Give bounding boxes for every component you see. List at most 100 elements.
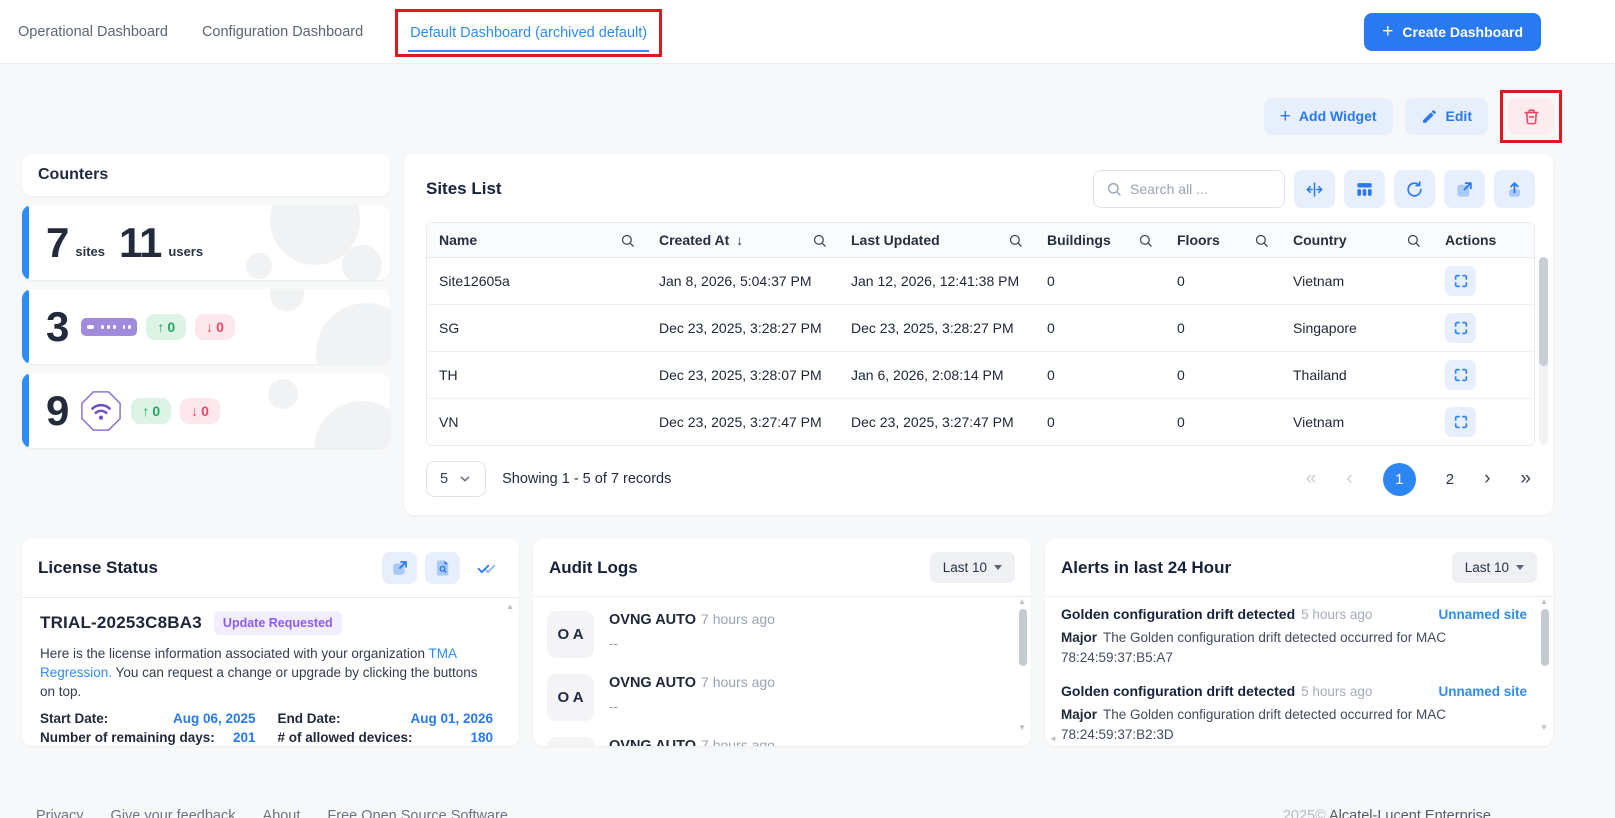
start-date-value: Aug 06, 2025 [173, 711, 256, 726]
caret-down-icon [994, 565, 1002, 570]
alert-severity: Major [1061, 630, 1097, 645]
alerts-filter-dropdown[interactable]: Last 10 [1452, 552, 1537, 583]
table-row[interactable]: VN Dec 23, 2025, 3:27:47 PM Dec 23, 2025… [427, 399, 1534, 446]
audit-time: 7 hours ago [701, 674, 775, 690]
scroll-down-icon[interactable]: ▼ [506, 744, 514, 746]
search-icon[interactable] [812, 233, 827, 248]
feedback-link[interactable]: Give your feedback [111, 808, 236, 818]
page-1-button[interactable]: 1 [1383, 463, 1416, 496]
alert-item: Golden configuration drift detected 5 ho… [1061, 683, 1527, 746]
first-page-button[interactable]: « [1306, 468, 1317, 490]
arrow-up-icon: ↑ [157, 319, 164, 335]
dashboard-actions: + Add Widget Edit [22, 94, 1553, 138]
refresh-button[interactable] [1394, 170, 1435, 208]
plus-icon: + [1280, 107, 1291, 126]
audit-user: OVNG AUTO [609, 675, 696, 691]
column-header-name[interactable]: Name [427, 223, 647, 258]
table-scrollbar[interactable] [1539, 257, 1548, 445]
open-source-link[interactable]: Free Open Source Software [327, 808, 508, 818]
sites-search-input[interactable] [1130, 181, 1272, 197]
search-icon[interactable] [620, 233, 635, 248]
end-date-label: End Date: [278, 711, 341, 726]
top-tab-bar: Operational Dashboard Configuration Dash… [0, 0, 1615, 64]
cell-last-updated: Dec 23, 2025, 3:27:47 PM [839, 399, 1035, 446]
search-icon[interactable] [1406, 233, 1421, 248]
alerts-scrollbar[interactable]: ▲ ▼ [1541, 597, 1549, 732]
license-description: Here is the license information associat… [40, 644, 493, 701]
end-date-value: Aug 01, 2026 [410, 711, 493, 726]
sites-count-label: sites [75, 244, 105, 259]
fullscreen-icon [1453, 414, 1469, 430]
expand-site-button[interactable] [1445, 313, 1476, 343]
license-verify-button[interactable] [468, 552, 503, 584]
tab-default-dashboard[interactable]: Default Dashboard (archived default) [408, 14, 649, 52]
accent-bar [22, 373, 29, 448]
tab-operational-dashboard[interactable]: Operational Dashboard [16, 0, 170, 63]
license-audit-button[interactable] [425, 552, 460, 584]
sites-count: 7 [46, 219, 68, 267]
audit-log-item: O A OVNG AUTO7 hours ago -- [547, 666, 1017, 729]
page-footer: Privacy Give your feedback About Free Op… [22, 808, 1553, 818]
accent-bar [22, 289, 29, 364]
scroll-up-icon[interactable]: ▲ [506, 602, 514, 611]
audit-time: 7 hours ago [701, 737, 775, 746]
scroll-down-icon[interactable]: ▼ [1018, 723, 1026, 732]
add-widget-button[interactable]: + Add Widget [1264, 98, 1393, 135]
cell-floors: 0 [1165, 305, 1281, 352]
cell-name: Site12605a [427, 258, 647, 305]
page-size-select[interactable]: 5 [426, 461, 486, 497]
expand-site-button[interactable] [1445, 360, 1476, 390]
allowed-devices-value: 180 [470, 730, 493, 745]
about-link[interactable]: About [262, 808, 300, 818]
expand-site-button[interactable] [1445, 266, 1476, 296]
column-header-buildings[interactable]: Buildings [1035, 223, 1165, 258]
open-widget-button[interactable] [1444, 170, 1485, 208]
scroll-left-icon[interactable]: ◄ [1049, 734, 1057, 743]
scroll-up-icon[interactable]: ▲ [1540, 597, 1548, 606]
cell-created-at: Jan 8, 2026, 5:04:37 PM [647, 258, 839, 305]
page-2-button[interactable]: 2 [1446, 471, 1454, 488]
alert-site-link[interactable]: Unnamed site [1438, 607, 1527, 622]
create-dashboard-button[interactable]: + Create Dashboard [1364, 13, 1541, 51]
audit-scrollbar[interactable]: ▲ ▼ [1019, 597, 1027, 732]
delete-dashboard-button[interactable] [1508, 98, 1554, 135]
prev-page-button[interactable]: ‹ [1346, 468, 1352, 490]
search-icon[interactable] [1254, 233, 1269, 248]
main-content: + Add Widget Edit Counters [0, 94, 1615, 818]
table-row[interactable]: TH Dec 23, 2025, 3:28:07 PM Jan 6, 2026,… [427, 352, 1534, 399]
search-icon[interactable] [1138, 233, 1153, 248]
scroll-up-icon[interactable]: ▲ [1018, 597, 1026, 606]
sites-list-title: Sites List [426, 179, 502, 199]
license-open-button[interactable] [382, 552, 417, 584]
sort-desc-icon[interactable]: ↓ [736, 232, 743, 248]
cell-country: Thailand [1281, 352, 1433, 399]
copyright: 2025© Alcatel-Lucent Enterprise [1283, 808, 1491, 818]
audit-filter-dropdown[interactable]: Last 10 [930, 552, 1015, 583]
scroll-down-icon[interactable]: ▼ [1540, 723, 1548, 732]
column-header-country[interactable]: Country [1281, 223, 1433, 258]
plus-icon: + [1382, 22, 1393, 41]
table-row[interactable]: Site12605a Jan 8, 2026, 5:04:37 PM Jan 1… [427, 258, 1534, 305]
export-button[interactable] [1494, 170, 1535, 208]
alerts-title: Alerts in last 24 Hour [1061, 558, 1231, 578]
table-row[interactable]: SG Dec 23, 2025, 3:28:27 PM Dec 23, 2025… [427, 305, 1534, 352]
column-header-actions: Actions [1433, 223, 1534, 258]
alert-site-link[interactable]: Unnamed site [1438, 684, 1527, 699]
fit-columns-button[interactable] [1294, 170, 1335, 208]
trash-icon [1522, 107, 1541, 126]
counter-switches: 3 ↑0 ↓0 [22, 289, 390, 364]
columns-button[interactable] [1344, 170, 1385, 208]
search-icon[interactable] [1008, 233, 1023, 248]
expand-site-button[interactable] [1445, 407, 1476, 437]
last-page-button[interactable]: » [1520, 468, 1531, 490]
accent-bar [22, 205, 29, 280]
tab-configuration-dashboard[interactable]: Configuration Dashboard [200, 0, 365, 63]
next-page-button[interactable]: › [1484, 468, 1490, 490]
cell-buildings: 0 [1035, 305, 1165, 352]
edit-button[interactable]: Edit [1405, 98, 1488, 135]
privacy-link[interactable]: Privacy [36, 808, 84, 818]
column-header-last-updated[interactable]: Last Updated [839, 223, 1035, 258]
column-header-floors[interactable]: Floors [1165, 223, 1281, 258]
column-header-created-at[interactable]: Created At↓ [647, 223, 839, 258]
license-key: TRIAL-20253C8BA3 [40, 613, 202, 633]
